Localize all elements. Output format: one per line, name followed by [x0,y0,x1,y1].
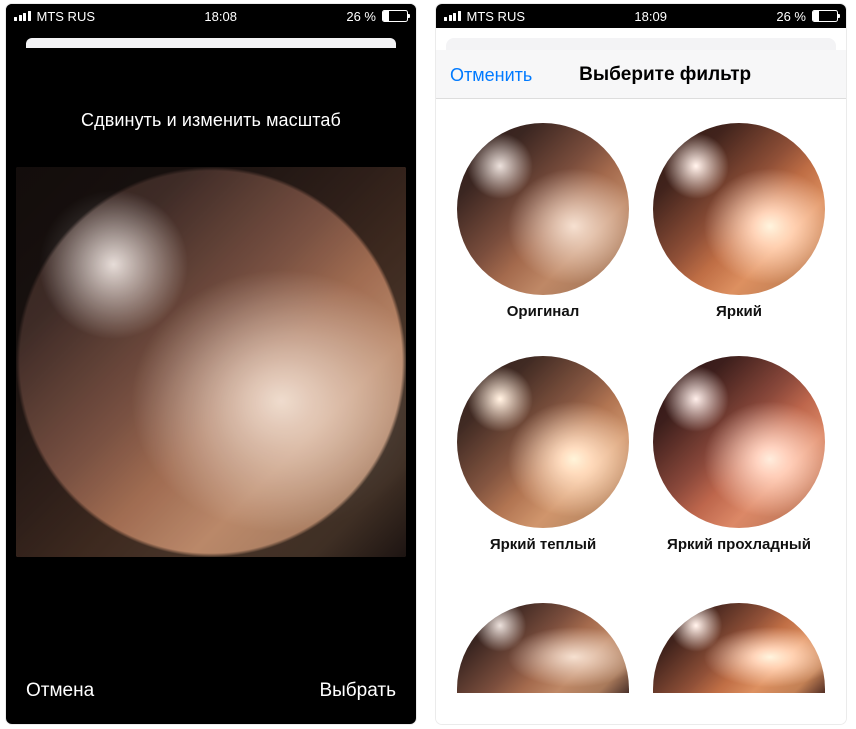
filter-label: Оригинал [454,303,632,320]
sheet-handle [26,38,396,48]
sheet-handle [446,38,836,50]
filter-item-bright-cool[interactable]: Яркий прохладный [650,356,828,579]
filter-label: Яркий [650,303,828,320]
filter-thumb [653,356,825,528]
carrier-label: MTS RUS [37,9,96,24]
crop-actions: Отмена Выбрать [6,662,416,724]
signal-icon [444,11,461,21]
status-right: 26 % [776,9,838,24]
status-left: MTS RUS [444,9,525,24]
phone-filters-screen: MTS RUS 18:09 26 % Отменить Выберите фил… [436,4,846,724]
filter-label: Яркий теплый [454,536,632,553]
battery-icon [382,10,408,22]
filter-thumb [653,603,825,693]
filter-item-5[interactable] [454,603,632,724]
filter-thumb [653,123,825,295]
signal-icon [14,11,31,21]
filter-item-bright-warm[interactable]: Яркий теплый [454,356,632,579]
battery-percent: 26 % [346,9,376,24]
status-bar: MTS RUS 18:09 26 % [436,4,846,28]
circle-mask [16,167,406,557]
choose-button[interactable]: Выбрать [319,680,396,702]
filter-item-bright[interactable]: Яркий [650,123,828,346]
carrier-label: MTS RUS [467,9,526,24]
battery-icon [812,10,838,22]
crop-instruction: Сдвинуть и изменить масштаб [6,48,416,167]
status-bar: MTS RUS 18:08 26 % [6,4,416,28]
filter-thumb [457,356,629,528]
page-title: Выберите фильтр [498,64,832,86]
cancel-button[interactable]: Отмена [26,680,94,702]
filter-item-6[interactable] [650,603,828,724]
battery-percent: 26 % [776,9,806,24]
crop-stage[interactable] [16,167,406,557]
nav-bar: Отменить Выберите фильтр [436,50,846,99]
filter-thumb [457,123,629,295]
clock: 18:08 [204,9,237,24]
filter-item-original[interactable]: Оригинал [454,123,632,346]
filter-thumb [457,603,629,693]
filter-label: Яркий прохладный [650,536,828,553]
status-left: MTS RUS [14,9,95,24]
status-right: 26 % [346,9,408,24]
phone-crop-screen: MTS RUS 18:08 26 % Сдвинуть и изменить м… [6,4,416,724]
clock: 18:09 [634,9,667,24]
filters-grid[interactable]: Оригинал Яркий Яркий теплый Яркий прохла… [436,99,846,724]
